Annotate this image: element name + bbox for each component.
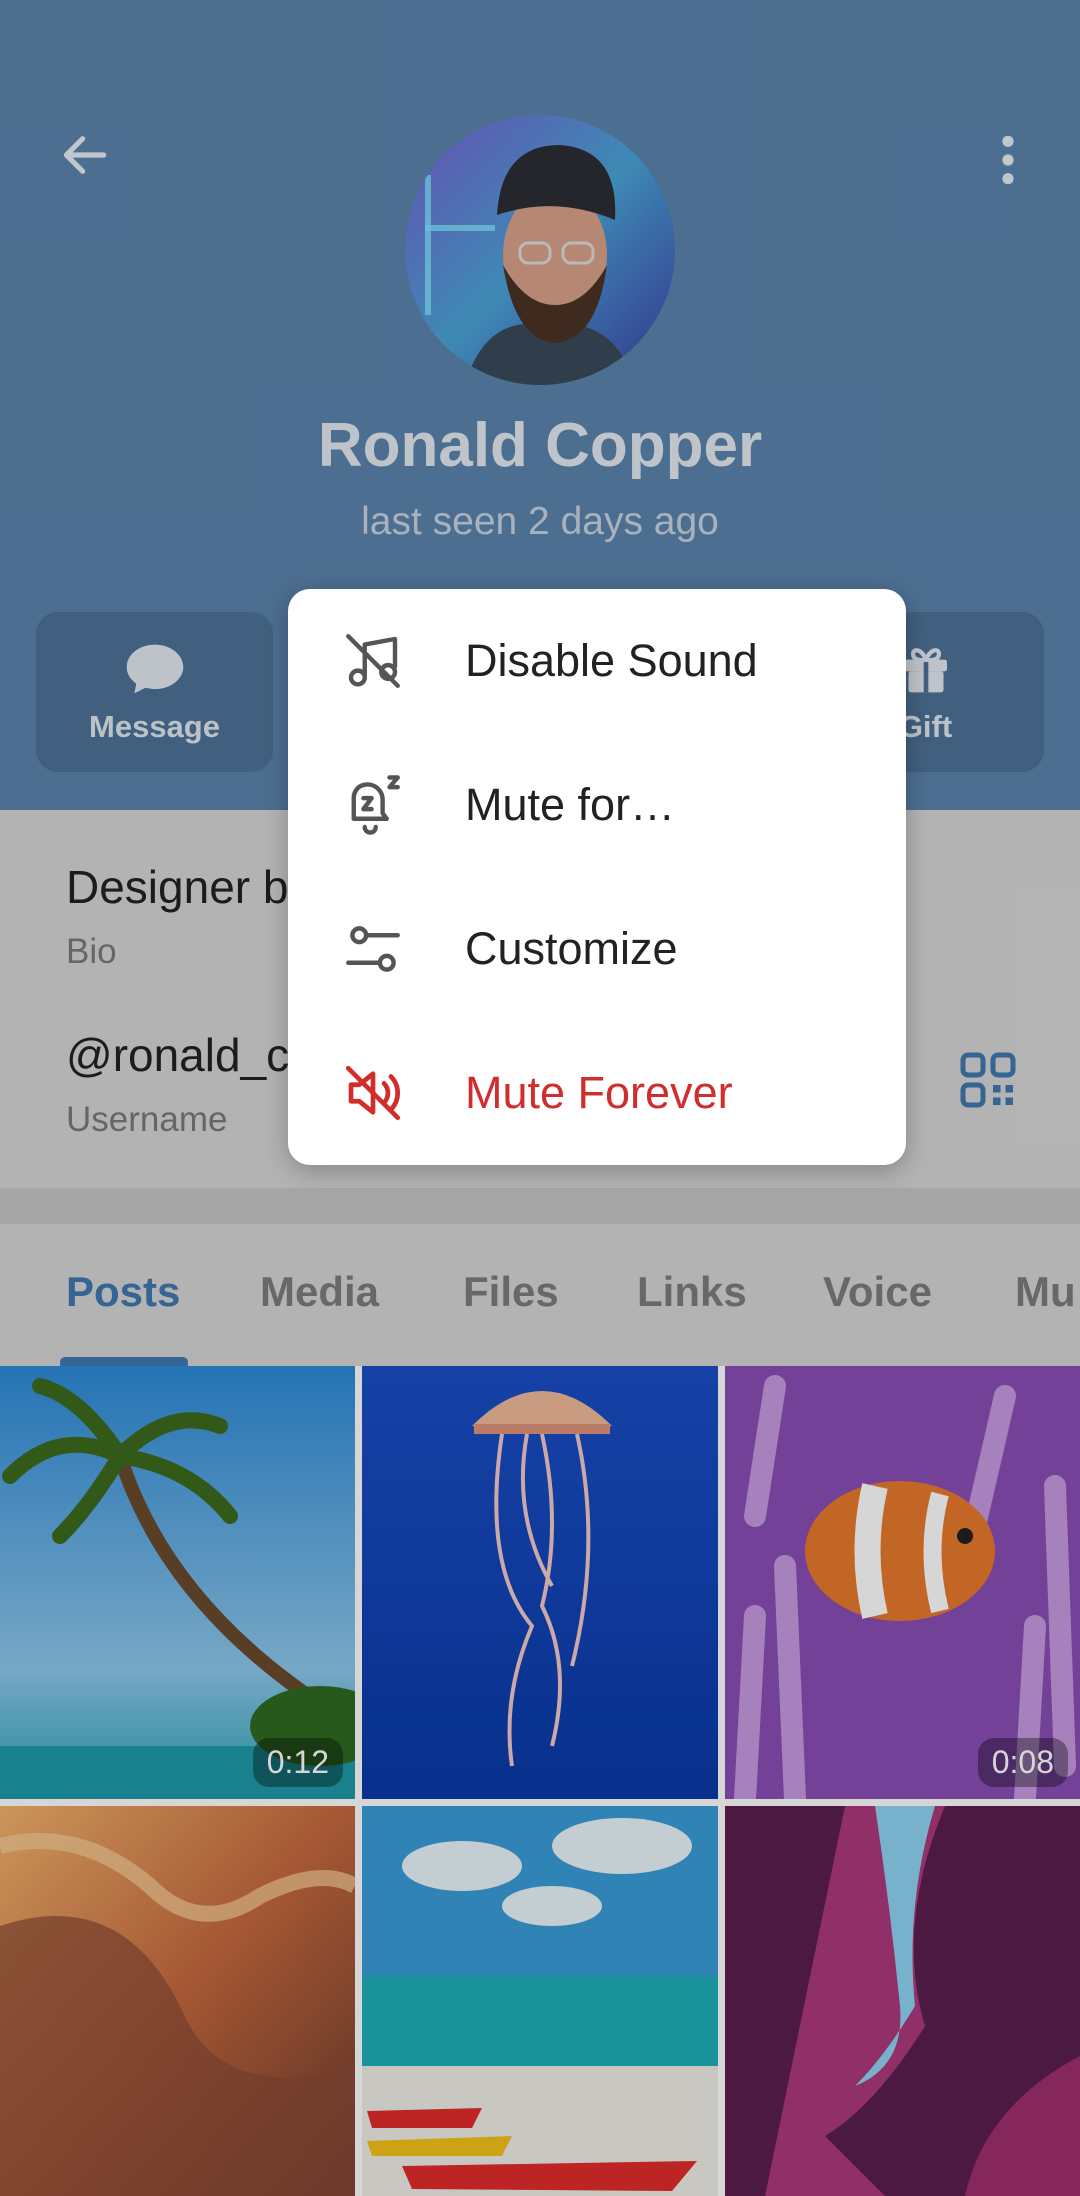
menu-item-customize[interactable]: Customize — [288, 877, 906, 1021]
mute-options-menu: Disable Sound Mute for… Customize Mute F… — [288, 589, 906, 1165]
menu-item-label: Mute for… — [465, 779, 676, 830]
menu-item-label: Customize — [465, 923, 678, 974]
music-off-icon — [338, 626, 408, 696]
menu-item-label: Mute Forever — [465, 1067, 733, 1118]
menu-item-mute-for[interactable]: Mute for… — [288, 733, 906, 877]
menu-item-mute-forever[interactable]: Mute Forever — [288, 1021, 906, 1165]
volume-off-icon — [338, 1058, 408, 1128]
bell-snooze-icon — [338, 770, 408, 840]
menu-item-disable-sound[interactable]: Disable Sound — [288, 589, 906, 733]
menu-item-label: Disable Sound — [465, 635, 758, 686]
sliders-icon — [338, 914, 408, 984]
